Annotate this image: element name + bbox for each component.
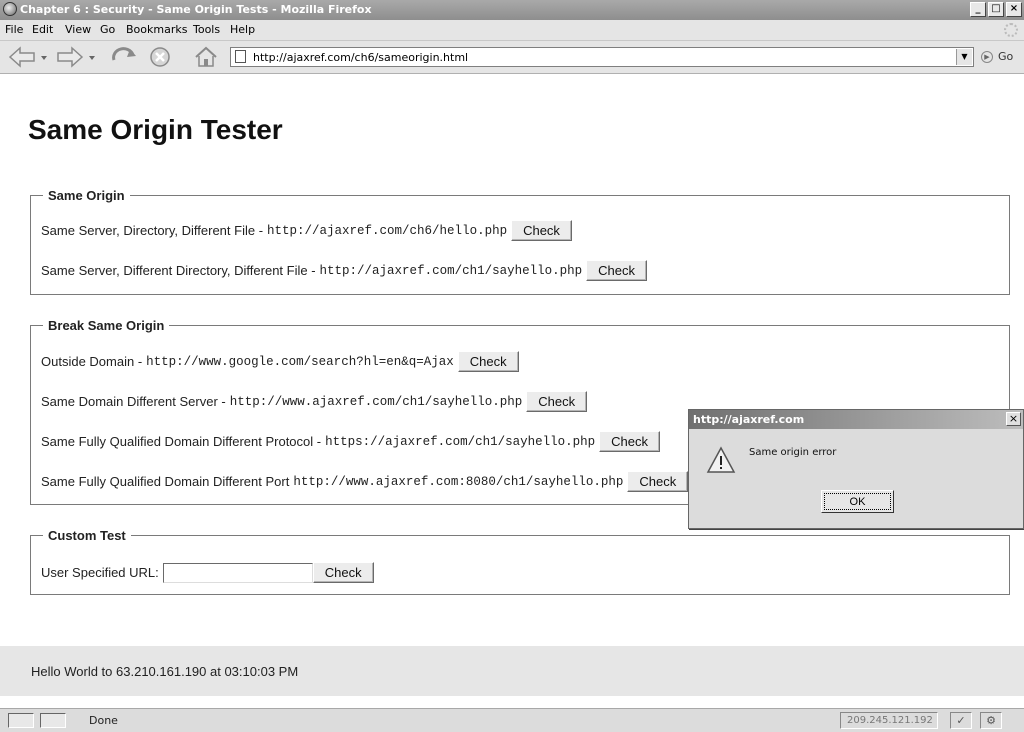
break-origin-row: Outside Domain - http://www.google.com/s… (41, 351, 519, 372)
row-url: http://www.ajaxref.com:8080/ch1/sayhello… (293, 474, 624, 489)
navigation-toolbar: ▼ ▶ Go (0, 41, 1024, 74)
row-url: http://ajaxref.com/ch1/sayhello.php (319, 263, 583, 278)
page-title: Same Origin Tester (28, 114, 283, 145)
row-label: Outside Domain - (41, 354, 143, 369)
same-origin-row: Same Server, Different Directory, Differ… (41, 260, 647, 281)
menu-view[interactable]: View (65, 23, 91, 36)
custom-test-legend: Custom Test (48, 528, 126, 543)
maximize-button[interactable]: □ (988, 2, 1004, 17)
check-button[interactable]: Check (526, 391, 588, 412)
home-icon (195, 46, 217, 67)
custom-url-input[interactable] (162, 562, 313, 583)
check-button[interactable]: Check (457, 351, 519, 372)
ok-button[interactable]: OK (821, 490, 894, 513)
row-label: Same Server, Different Directory, Differ… (41, 263, 316, 278)
row-label: Same Fully Qualified Domain Different Pr… (41, 434, 322, 449)
row-label: Same Fully Qualified Domain Different Po… (41, 474, 290, 489)
dialog-close-button[interactable]: × (1006, 412, 1021, 426)
warning-icon (706, 446, 736, 473)
check-button[interactable]: Check (627, 471, 689, 492)
go-button[interactable]: ▶ Go (981, 50, 1013, 63)
row-label: Same Server, Directory, Different File - (41, 223, 264, 238)
row-url: http://ajaxref.com/ch6/hello.php (267, 223, 508, 238)
settings-gear-icon[interactable]: ⚙ (980, 712, 1002, 729)
menu-go[interactable]: Go (100, 23, 115, 36)
stop-icon (150, 47, 170, 67)
minimize-button[interactable]: _ (970, 2, 986, 17)
page-icon (235, 50, 246, 63)
throbber-icon (1004, 23, 1018, 37)
go-icon: ▶ (981, 50, 993, 63)
same-origin-legend: Same Origin (48, 188, 125, 203)
response-text: Hello World to 63.210.161.190 at 03:10:0… (31, 664, 299, 679)
check-button[interactable]: Check (586, 260, 647, 281)
reload-button[interactable] (106, 46, 142, 68)
window-title: Chapter 6 : Security - Same Origin Tests… (20, 3, 372, 16)
check-button[interactable]: Check (312, 562, 374, 583)
page-content: Same Origin Tester Same Origin Same Serv… (0, 74, 1024, 708)
row-label: Same Domain Different Server - (41, 394, 226, 409)
forward-button[interactable] (54, 46, 98, 68)
back-arrow-icon (8, 46, 47, 68)
alert-dialog: http://ajaxref.com × Same origin error O… (688, 409, 1024, 529)
popup-icon[interactable] (40, 713, 66, 728)
menu-help[interactable]: Help (230, 23, 255, 36)
break-origin-legend: Break Same Origin (48, 318, 165, 333)
forward-arrow-icon (57, 46, 95, 68)
custom-url-label: User Specified URL: (41, 565, 159, 580)
status-text: Done (89, 714, 118, 727)
menu-file[interactable]: File (5, 23, 23, 36)
break-origin-row: Same Domain Different Server - http://ww… (41, 391, 588, 412)
server-ip: 209.245.121.192 (840, 712, 938, 729)
stop-button[interactable] (146, 46, 174, 68)
reload-icon (112, 47, 136, 61)
response-area: Hello World to 63.210.161.190 at 03:10:0… (0, 646, 1024, 696)
same-origin-row: Same Server, Directory, Different File -… (41, 220, 572, 241)
check-button[interactable]: Check (599, 431, 661, 452)
url-dropdown-icon[interactable]: ▼ (956, 49, 972, 65)
break-origin-row: Same Fully Qualified Domain Different Po… (41, 471, 689, 492)
dialog-title: http://ajaxref.com (693, 413, 805, 426)
window-controls: _ □ × (970, 2, 1022, 17)
row-url: http://www.google.com/search?hl=en&q=Aja… (146, 354, 454, 369)
security-icon[interactable]: ✓ (950, 712, 972, 729)
offline-icon[interactable] (8, 713, 34, 728)
dialog-title-bar: http://ajaxref.com × (689, 410, 1023, 429)
close-button[interactable]: × (1006, 2, 1022, 17)
menu-bookmarks[interactable]: Bookmarks (126, 23, 187, 36)
go-label: Go (998, 50, 1014, 63)
status-bar: Done 209.245.121.192 ✓ ⚙ (0, 708, 1024, 732)
check-button[interactable]: Check (511, 220, 572, 241)
back-button[interactable] (6, 46, 50, 68)
window-title-bar: Chapter 6 : Security - Same Origin Tests… (0, 0, 1024, 20)
row-url: https://ajaxref.com/ch1/sayhello.php (325, 434, 596, 449)
home-button[interactable] (192, 46, 220, 68)
menu-tools[interactable]: Tools (193, 23, 220, 36)
dialog-message: Same origin error (749, 447, 837, 458)
break-origin-row: Same Fully Qualified Domain Different Pr… (41, 431, 661, 452)
menu-bar: File Edit View Go Bookmarks Tools Help (0, 20, 1024, 41)
url-bar[interactable]: ▼ (230, 47, 974, 67)
firefox-icon (3, 2, 17, 16)
row-url: http://www.ajaxref.com/ch1/sayhello.php (229, 394, 523, 409)
menu-edit[interactable]: Edit (32, 23, 53, 36)
url-input[interactable] (253, 49, 953, 65)
custom-test-row: User Specified URL: Check (41, 562, 374, 583)
